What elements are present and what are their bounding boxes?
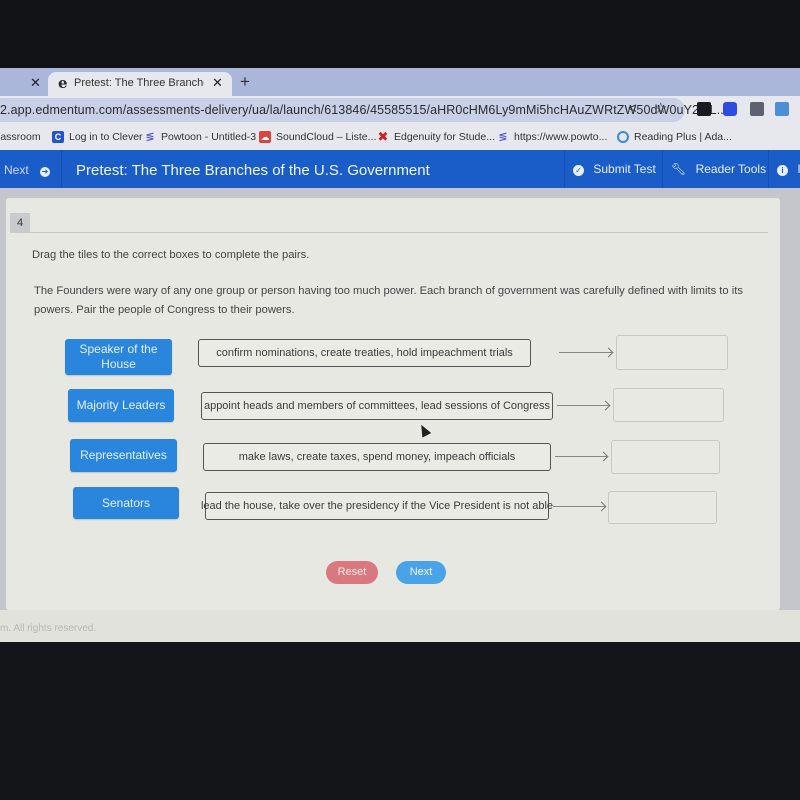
info-button[interactable]: i In — [768, 150, 800, 188]
bookmark-edgenuity[interactable]: ✖ Edgenuity for Stude... — [377, 129, 495, 144]
question-instruction: Drag the tiles to the correct boxes to c… — [32, 249, 310, 261]
bookmark-classroom[interactable]: lassroom — [0, 131, 41, 143]
header-next-label: Next — [4, 163, 29, 177]
browser-tab-previous[interactable]: ✕ — [0, 72, 48, 96]
question-prompt: The Founders were wary of any one group … — [34, 285, 743, 316]
bookmark-label: Edgenuity for Stude... — [394, 131, 495, 143]
close-tab-icon[interactable]: ✕ — [30, 75, 41, 91]
submit-test-button[interactable]: ✓ Submit Test — [564, 150, 664, 188]
bookmark-label: Powtoon - Untitled-3 — [161, 131, 257, 143]
bookmark-label: Log in to Clever — [69, 131, 143, 143]
pair-arrow-icon — [559, 352, 612, 353]
drag-tile-majority-leaders[interactable]: Majority Leaders — [68, 389, 174, 422]
definition-box: lead the house, take over the presidency… — [201, 492, 553, 520]
header-next-button[interactable]: Next ➜ — [0, 150, 62, 188]
drop-target[interactable] — [616, 335, 728, 370]
bookmark-label: Reading Plus | Ada... — [634, 131, 732, 143]
next-button[interactable]: Next — [396, 561, 446, 584]
screen-bezel-top — [0, 0, 800, 68]
wrench-icon: 🔧︎ — [671, 162, 687, 176]
bookmark-label: lassroom — [0, 131, 41, 143]
extension-blue-icon[interactable] — [775, 102, 789, 116]
bookmark-powtoon-url[interactable]: ≶ https://www.powto... — [497, 131, 607, 143]
tab-title: Pretest: The Three Branches of th — [74, 77, 204, 89]
info-icon: i — [777, 165, 788, 176]
extension-copy-icon[interactable] — [750, 102, 764, 116]
page-footer — [0, 610, 800, 642]
drag-tile-senators[interactable]: Senators — [73, 487, 179, 519]
question-number: 4 — [10, 213, 30, 233]
powtoon-icon: ≶ — [145, 131, 155, 143]
bookmark-powtoon[interactable]: ≶ Powtoon - Untitled-3 — [144, 131, 256, 143]
browser-toolbar: 2.app.edmentum.com/assessments-delivery/… — [0, 96, 800, 124]
reading-plus-icon — [617, 131, 629, 143]
pair-arrow-icon — [553, 506, 605, 507]
definition-box: confirm nominations, create treaties, ho… — [198, 339, 531, 367]
share-icon[interactable]: < — [628, 100, 637, 117]
definition-box: make laws, create taxes, spend money, im… — [203, 443, 551, 471]
soundcloud-icon: ☁ — [259, 131, 271, 143]
bookmark-star-icon[interactable]: ☆ — [654, 99, 667, 117]
screen-bezel-bottom — [0, 642, 800, 800]
drag-tile-representatives[interactable]: Representatives — [70, 439, 177, 472]
page-title: Pretest: The Three Branches of the U.S. … — [76, 162, 430, 179]
reset-button[interactable]: Reset — [326, 561, 378, 584]
url-text[interactable]: 2.app.edmentum.com/assessments-delivery/… — [0, 103, 727, 117]
pair-arrow-icon — [555, 456, 607, 457]
bookmark-label: SoundCloud – Liste... — [276, 131, 377, 143]
edmentum-favicon-icon: e — [58, 74, 68, 92]
clever-icon: C — [52, 131, 64, 143]
pair-arrow-icon — [557, 405, 609, 406]
question-divider — [30, 232, 768, 233]
reader-tools-label: Reader Tools — [695, 162, 767, 176]
arrow-right-circle-icon: ➜ — [40, 167, 51, 177]
extension-dark-icon[interactable] — [697, 102, 711, 116]
bookmarks-bar: lassroom C Log in to Clever ≶ Powtoon - … — [0, 124, 800, 150]
drag-tile-speaker-of-the-house[interactable]: Speaker of the House — [65, 339, 172, 375]
powtoon-icon: ≶ — [498, 131, 508, 143]
definition-box: appoint heads and members of committees,… — [201, 392, 553, 420]
close-tab-icon[interactable]: ✕ — [212, 75, 223, 91]
reader-tools-button[interactable]: 🔧︎ Reader Tools — [662, 150, 774, 188]
check-circle-icon: ✓ — [573, 165, 584, 176]
drop-target[interactable] — [613, 388, 724, 422]
bookmark-label: https://www.powto... — [514, 131, 608, 143]
new-tab-icon[interactable]: + — [240, 72, 250, 92]
edgenuity-icon: ✖ — [377, 129, 389, 144]
bookmark-reading-plus[interactable]: Reading Plus | Ada... — [617, 131, 732, 143]
copyright-text: m. All rights reserved. — [0, 623, 97, 634]
bookmark-clever[interactable]: C Log in to Clever — [52, 131, 143, 143]
extension-puzzle-icon[interactable] — [723, 102, 737, 116]
address-bar[interactable]: 2.app.edmentum.com/assessments-delivery/… — [0, 98, 727, 122]
browser-tab-strip: ✕ e Pretest: The Three Branches of th ✕ … — [0, 68, 800, 96]
drop-target[interactable] — [611, 440, 720, 474]
browser-tab-active[interactable]: e Pretest: The Three Branches of th ✕ — [48, 72, 232, 96]
submit-test-label: Submit Test — [593, 162, 656, 176]
assessment-header: Next ➜ Pretest: The Three Branches of th… — [0, 150, 800, 188]
drop-target[interactable] — [608, 491, 717, 524]
bookmark-soundcloud[interactable]: ☁ SoundCloud – Liste... — [259, 131, 376, 143]
